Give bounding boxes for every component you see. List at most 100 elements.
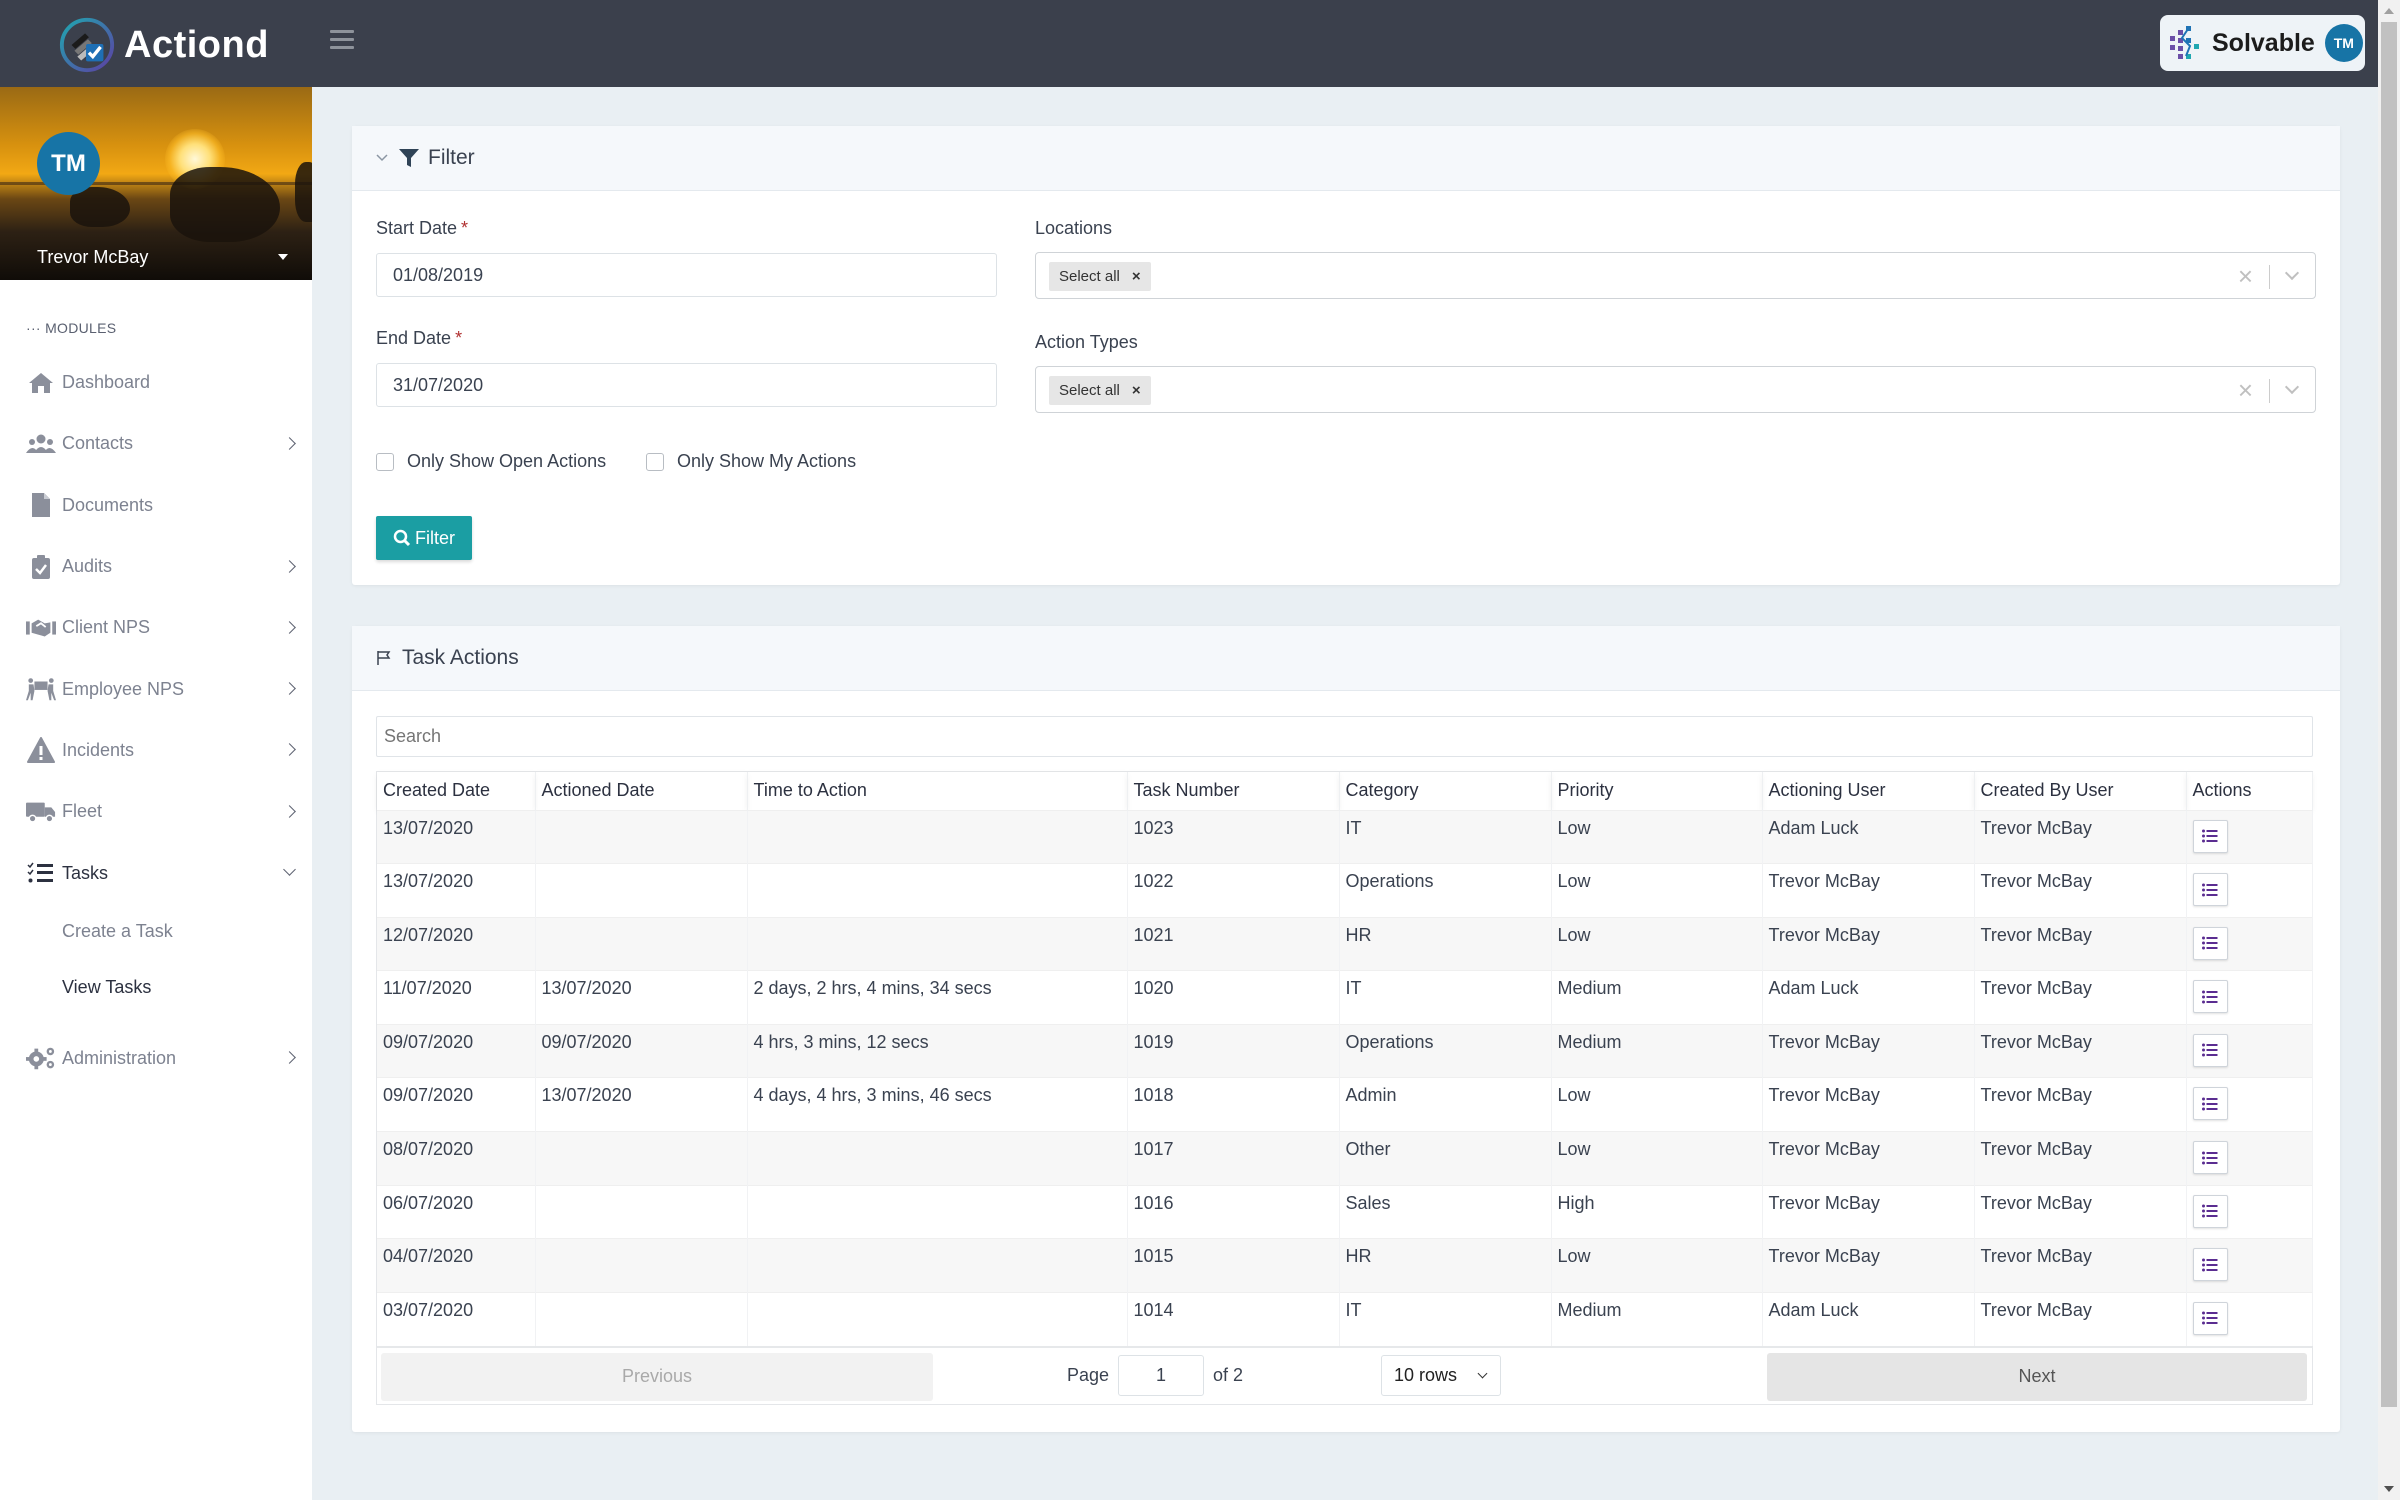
view-action-button[interactable] (2192, 1087, 2228, 1121)
clear-selection-icon[interactable]: × (2238, 377, 2253, 403)
view-action-button[interactable] (2192, 819, 2228, 853)
checkbox-box[interactable] (376, 452, 394, 471)
cell-time-to-action (747, 863, 1128, 918)
end-date-input[interactable] (376, 363, 997, 407)
list-icon (2202, 936, 2218, 950)
sidebar-item-documents[interactable]: Documents (0, 475, 312, 536)
column-header-task-number[interactable]: Task Number (1127, 772, 1340, 810)
only-my-actions-checkbox[interactable]: Only Show My Actions (646, 451, 856, 472)
view-action-button[interactable] (2192, 1248, 2228, 1282)
sidebar-item-dashboard[interactable]: Dashboard (0, 352, 312, 413)
view-action-button[interactable] (2192, 980, 2228, 1014)
locations-select[interactable]: Select all × × (1035, 252, 2316, 299)
sidebar-item-contacts[interactable]: Contacts (0, 413, 312, 474)
sidebar: TM Trevor McBay ··· MODULES Dashboard Co… (0, 87, 312, 1500)
only-open-actions-checkbox[interactable]: Only Show Open Actions (376, 451, 606, 472)
scrollbar-thumb[interactable] (2381, 22, 2397, 1407)
scroll-up-arrow-icon[interactable] (2384, 8, 2394, 14)
table-row[interactable]: 09/07/2020 13/07/2020 4 days, 4 hrs, 3 min… (377, 1077, 2313, 1132)
cogs-icon (26, 1045, 56, 1071)
table-search-input[interactable] (376, 716, 2313, 757)
view-action-button[interactable] (2192, 1301, 2228, 1335)
column-header-created-by-user[interactable]: Created By User (1974, 772, 2187, 810)
cell-created-date: 13/07/2020 (377, 863, 536, 918)
chevron-right-icon (283, 1051, 296, 1065)
clipboard-check-icon (26, 554, 56, 580)
column-header-priority[interactable]: Priority (1551, 772, 1763, 810)
table-row[interactable]: 13/07/2020 1022 Operations Low Trevor McBay T… (377, 863, 2313, 918)
previous-page-button[interactable]: Previous (381, 1352, 933, 1401)
checkbox-box[interactable] (646, 452, 664, 471)
filter-panel-header[interactable]: Filter (352, 126, 2340, 191)
page-scrollbar[interactable] (2378, 0, 2400, 1500)
view-action-button[interactable] (2192, 926, 2228, 960)
table-row[interactable]: 11/07/2020 13/07/2020 2 days, 2 hrs, 4 min… (377, 970, 2313, 1025)
chip-remove-icon[interactable]: × (1132, 268, 1141, 285)
table-row[interactable]: 13/07/2020 1023 IT Low Adam Luck Trevor McBay (377, 809, 2313, 864)
user-name[interactable]: Trevor McBay (37, 247, 148, 268)
cell-created-date: 08/07/2020 (377, 1131, 536, 1186)
cell-actions (2186, 970, 2313, 1025)
sidebar-item-administration[interactable]: Administration (0, 1028, 312, 1089)
rows-per-page-select[interactable]: 10 rows (1381, 1354, 1501, 1396)
cell-actions (2186, 1077, 2313, 1132)
sidebar-item-audits[interactable]: Audits (0, 536, 312, 597)
column-header-created-date[interactable]: Created Date (377, 772, 536, 810)
cell-actioned-date (535, 863, 748, 918)
table-row[interactable]: 03/07/2020 1014 IT Medium Adam Luck Trevor Mc… (377, 1291, 2313, 1346)
start-date-input[interactable] (376, 253, 997, 297)
cell-category: Admin (1339, 1077, 1552, 1132)
sidebar-item-tasks[interactable]: Tasks (0, 842, 312, 903)
chip-remove-icon[interactable]: × (1132, 382, 1141, 399)
cell-created-date: 06/07/2020 (377, 1184, 536, 1239)
sidebar-item-fleet[interactable]: Fleet (0, 781, 312, 842)
view-action-button[interactable] (2192, 1194, 2228, 1228)
user-avatar[interactable]: TM (37, 132, 100, 195)
handshake-icon (26, 615, 56, 641)
user-avatar-small[interactable]: TM (2324, 24, 2363, 62)
scroll-down-arrow-icon[interactable] (2384, 1486, 2394, 1492)
app-logo[interactable]: Actiond (58, 16, 269, 74)
collapse-chevron-icon[interactable] (376, 154, 388, 162)
user-menu-caret-icon[interactable] (278, 254, 288, 260)
table-row[interactable]: 06/07/2020 1016 Sales High Trevor McBay Trevo… (377, 1184, 2313, 1239)
sidebar-item-client-nps[interactable]: Client NPS (0, 597, 312, 658)
cell-actions (2186, 863, 2313, 918)
cell-actioning-user: Trevor McBay (1762, 1184, 1975, 1239)
sidebar-item-employee-nps[interactable]: Employee NPS (0, 658, 312, 719)
clear-selection-icon[interactable]: × (2238, 263, 2253, 289)
sidebar-subitem-view-tasks[interactable]: View Tasks (0, 960, 312, 1016)
column-header-actioning-user[interactable]: Actioning User (1762, 772, 1975, 810)
view-action-button[interactable] (2192, 873, 2228, 907)
view-action-button[interactable] (2192, 1141, 2228, 1175)
column-header-category[interactable]: Category (1339, 772, 1552, 810)
cell-task-number: 1014 (1127, 1291, 1340, 1346)
cell-created-by-user: Trevor McBay (1974, 1238, 2187, 1293)
page-number-input[interactable] (1118, 1354, 1204, 1396)
table-row[interactable]: 12/07/2020 1021 HR Low Trevor McBay Trevor Mc… (377, 916, 2313, 971)
column-header-time-to-action[interactable]: Time to Action (747, 772, 1128, 810)
table-row[interactable]: 04/07/2020 1015 HR Low Trevor McBay Trevor Mc… (377, 1238, 2313, 1293)
menu-toggle-icon[interactable] (330, 30, 354, 52)
filter-button[interactable]: Filter (376, 516, 472, 560)
task-actions-panel: Task Actions Created Date Actioned Date … (352, 626, 2340, 1432)
sidebar-subitem-create-task[interactable]: Create a Task (0, 904, 312, 960)
partner-badge[interactable]: Solvable TM (2160, 15, 2365, 71)
user-profile-banner: TM Trevor McBay (0, 87, 312, 280)
sidebar-item-incidents[interactable]: Incidents (0, 720, 312, 781)
cell-category: IT (1339, 970, 1552, 1025)
list-icon (2202, 883, 2218, 897)
chevron-down-icon[interactable] (2284, 379, 2300, 395)
table-row[interactable]: 09/07/2020 09/07/2020 4 hrs, 3 mins, 12 se… (377, 1023, 2313, 1078)
next-page-button[interactable]: Next (1767, 1352, 2307, 1401)
action-types-select[interactable]: Select all × × (1035, 366, 2316, 413)
column-header-actioned-date[interactable]: Actioned Date (535, 772, 748, 810)
cell-priority: Low (1551, 809, 1763, 864)
chevron-down-icon (283, 863, 296, 876)
page-label: Page (1067, 1364, 1110, 1385)
users-icon (26, 431, 56, 457)
view-action-button[interactable] (2192, 1033, 2228, 1067)
chevron-down-icon[interactable] (2284, 265, 2300, 281)
table-row[interactable]: 08/07/2020 1017 Other Low Trevor McBay Trevor… (377, 1131, 2313, 1186)
cell-priority: Low (1551, 1131, 1763, 1186)
